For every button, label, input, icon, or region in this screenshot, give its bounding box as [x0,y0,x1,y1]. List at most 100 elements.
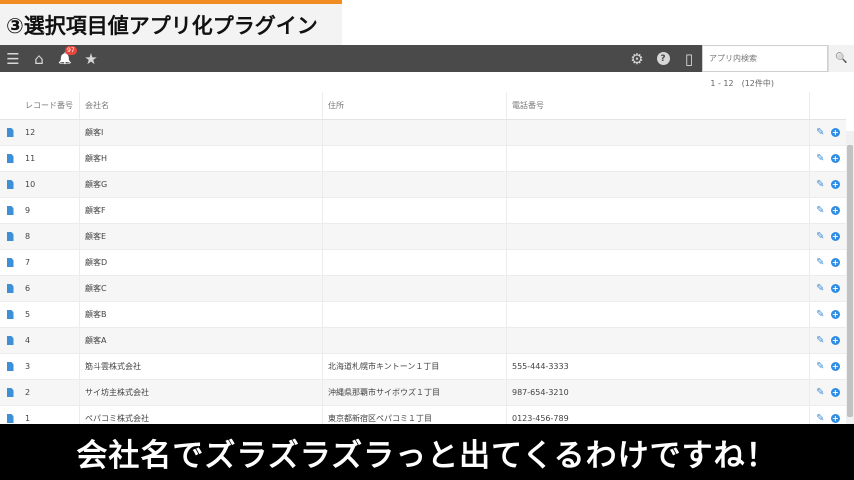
table-row[interactable]: 3 筋斗雲株式会社 北海道札幌市キントーン１丁目 555-444-3333 ✎ + [0,354,846,380]
screen: ③選択項目値アプリ化プラグイン ☰ ⌂ 🔔 97 ★ ⚙ ? ▯ 🔍 1 - 1… [0,0,854,480]
help-icon[interactable]: ? [650,45,676,72]
header-record-no[interactable]: レコード番号 [20,92,80,119]
table-row[interactable]: 10 顧客G ✎ + [0,172,846,198]
row-actions: ✎ + [810,302,846,327]
header-phone[interactable]: 電話番号 [507,92,810,119]
record-detail-link[interactable] [0,276,20,301]
row-actions: ✎ + [810,250,846,275]
app-search-box[interactable] [702,45,828,72]
row-actions: ✎ + [810,380,846,405]
record-detail-link[interactable] [0,172,20,197]
table-row[interactable]: 12 顧客I ✎ + [0,120,846,146]
subtitle-bar: 会社名でズラズラズラっと出てくるわけですね！ [0,424,854,480]
scroll-thumb[interactable] [847,145,853,417]
table-row[interactable]: 11 顧客H ✎ + [0,146,846,172]
record-detail-link[interactable] [0,120,20,145]
notification-badge: 97 [65,46,77,55]
record-detail-link[interactable] [0,146,20,171]
help-glyph: ? [656,52,670,65]
app-toolbar: ☰ ⌂ 🔔 97 ★ ⚙ ? ▯ 🔍 [0,45,854,72]
add-plus-icon[interactable]: + [830,310,840,319]
record-list-table: レコード番号 会社名 住所 電話番号 12 顧客I ✎ +11 顧客H ✎ +10 顧客G ✎ +… [0,92,846,432]
add-plus-icon[interactable]: + [830,258,840,267]
add-plus-icon[interactable]: + [830,154,840,163]
table-row[interactable]: 4 顧客A ✎ + [0,328,846,354]
cell-company: 顧客B [80,302,323,327]
title-banner: ③選択項目値アプリ化プラグイン [0,0,342,45]
add-plus-icon[interactable]: + [830,362,840,371]
pager-info: 1 - 12 (12件中) [710,79,774,88]
edit-pencil-icon[interactable]: ✎ [816,127,824,138]
header-spacer [0,92,20,119]
home-icon[interactable]: ⌂ [26,45,52,72]
add-plus-icon[interactable]: + [830,414,840,423]
table-row[interactable]: 8 顧客E ✎ + [0,224,846,250]
edit-pencil-icon[interactable]: ✎ [816,153,824,164]
edit-pencil-icon[interactable]: ✎ [816,387,824,398]
cell-record-no: 12 [20,120,80,145]
document-icon [6,388,14,397]
record-detail-link[interactable] [0,224,20,249]
record-detail-link[interactable] [0,302,20,327]
cell-phone [507,224,810,249]
add-plus-icon[interactable]: + [830,232,840,241]
scrollbar[interactable] [846,131,854,424]
edit-pencil-icon[interactable]: ✎ [816,309,824,320]
mobile-icon[interactable]: ▯ [676,45,702,72]
document-icon [6,206,14,215]
cell-company: 顧客D [80,250,323,275]
row-actions: ✎ + [810,224,846,249]
edit-pencil-icon[interactable]: ✎ [816,335,824,346]
cell-company: 筋斗雲株式会社 [80,354,323,379]
menu-icon[interactable]: ☰ [0,45,26,72]
record-detail-link[interactable] [0,354,20,379]
toolbar-right: ⚙ ? ▯ 🔍 [624,45,854,72]
record-detail-link[interactable] [0,198,20,223]
header-company[interactable]: 会社名 [80,92,323,119]
table-row[interactable]: 9 顧客F ✎ + [0,198,846,224]
edit-pencil-icon[interactable]: ✎ [816,413,824,424]
record-detail-link[interactable] [0,380,20,405]
cell-company: 顧客I [80,120,323,145]
search-input[interactable] [709,54,827,63]
cell-record-no: 4 [20,328,80,353]
table-header: レコード番号 会社名 住所 電話番号 [0,92,846,120]
cell-company: 顧客E [80,224,323,249]
cell-company: 顧客F [80,198,323,223]
edit-pencil-icon[interactable]: ✎ [816,283,824,294]
subtitle-text: 会社名でズラズラズラっと出てくるわけですね！ [76,437,778,474]
edit-pencil-icon[interactable]: ✎ [816,361,824,372]
table-row[interactable]: 7 顧客D ✎ + [0,250,846,276]
edit-pencil-icon[interactable]: ✎ [816,205,824,216]
table-row[interactable]: 5 顧客B ✎ + [0,302,846,328]
add-plus-icon[interactable]: + [830,180,840,189]
search-button[interactable]: 🔍 [828,45,854,72]
add-plus-icon[interactable]: + [830,388,840,397]
notification-button[interactable]: 🔔 97 [52,45,78,72]
gear-icon[interactable]: ⚙ [624,45,650,72]
edit-pencil-icon[interactable]: ✎ [816,231,824,242]
add-plus-icon[interactable]: + [830,128,840,137]
star-icon[interactable]: ★ [78,45,104,72]
cell-phone [507,172,810,197]
cell-address [323,146,507,171]
add-plus-icon[interactable]: + [830,206,840,215]
record-detail-link[interactable] [0,250,20,275]
document-icon [6,180,14,189]
record-detail-link[interactable] [0,328,20,353]
edit-pencil-icon[interactable]: ✎ [816,257,824,268]
row-actions: ✎ + [810,172,846,197]
table-row[interactable]: 2 サイ坊主株式会社 沖縄県那覇市サイボウズ１丁目 987-654-3210 ✎ + [0,380,846,406]
add-plus-icon[interactable]: + [830,284,840,293]
add-plus-icon[interactable]: + [830,336,840,345]
edit-pencil-icon[interactable]: ✎ [816,179,824,190]
cell-address [323,224,507,249]
cell-record-no: 5 [20,302,80,327]
cell-phone [507,302,810,327]
cell-record-no: 3 [20,354,80,379]
table-row[interactable]: 6 顧客C ✎ + [0,276,846,302]
cell-record-no: 6 [20,276,80,301]
header-address[interactable]: 住所 [323,92,507,119]
document-icon [6,362,14,371]
document-icon [6,232,14,241]
